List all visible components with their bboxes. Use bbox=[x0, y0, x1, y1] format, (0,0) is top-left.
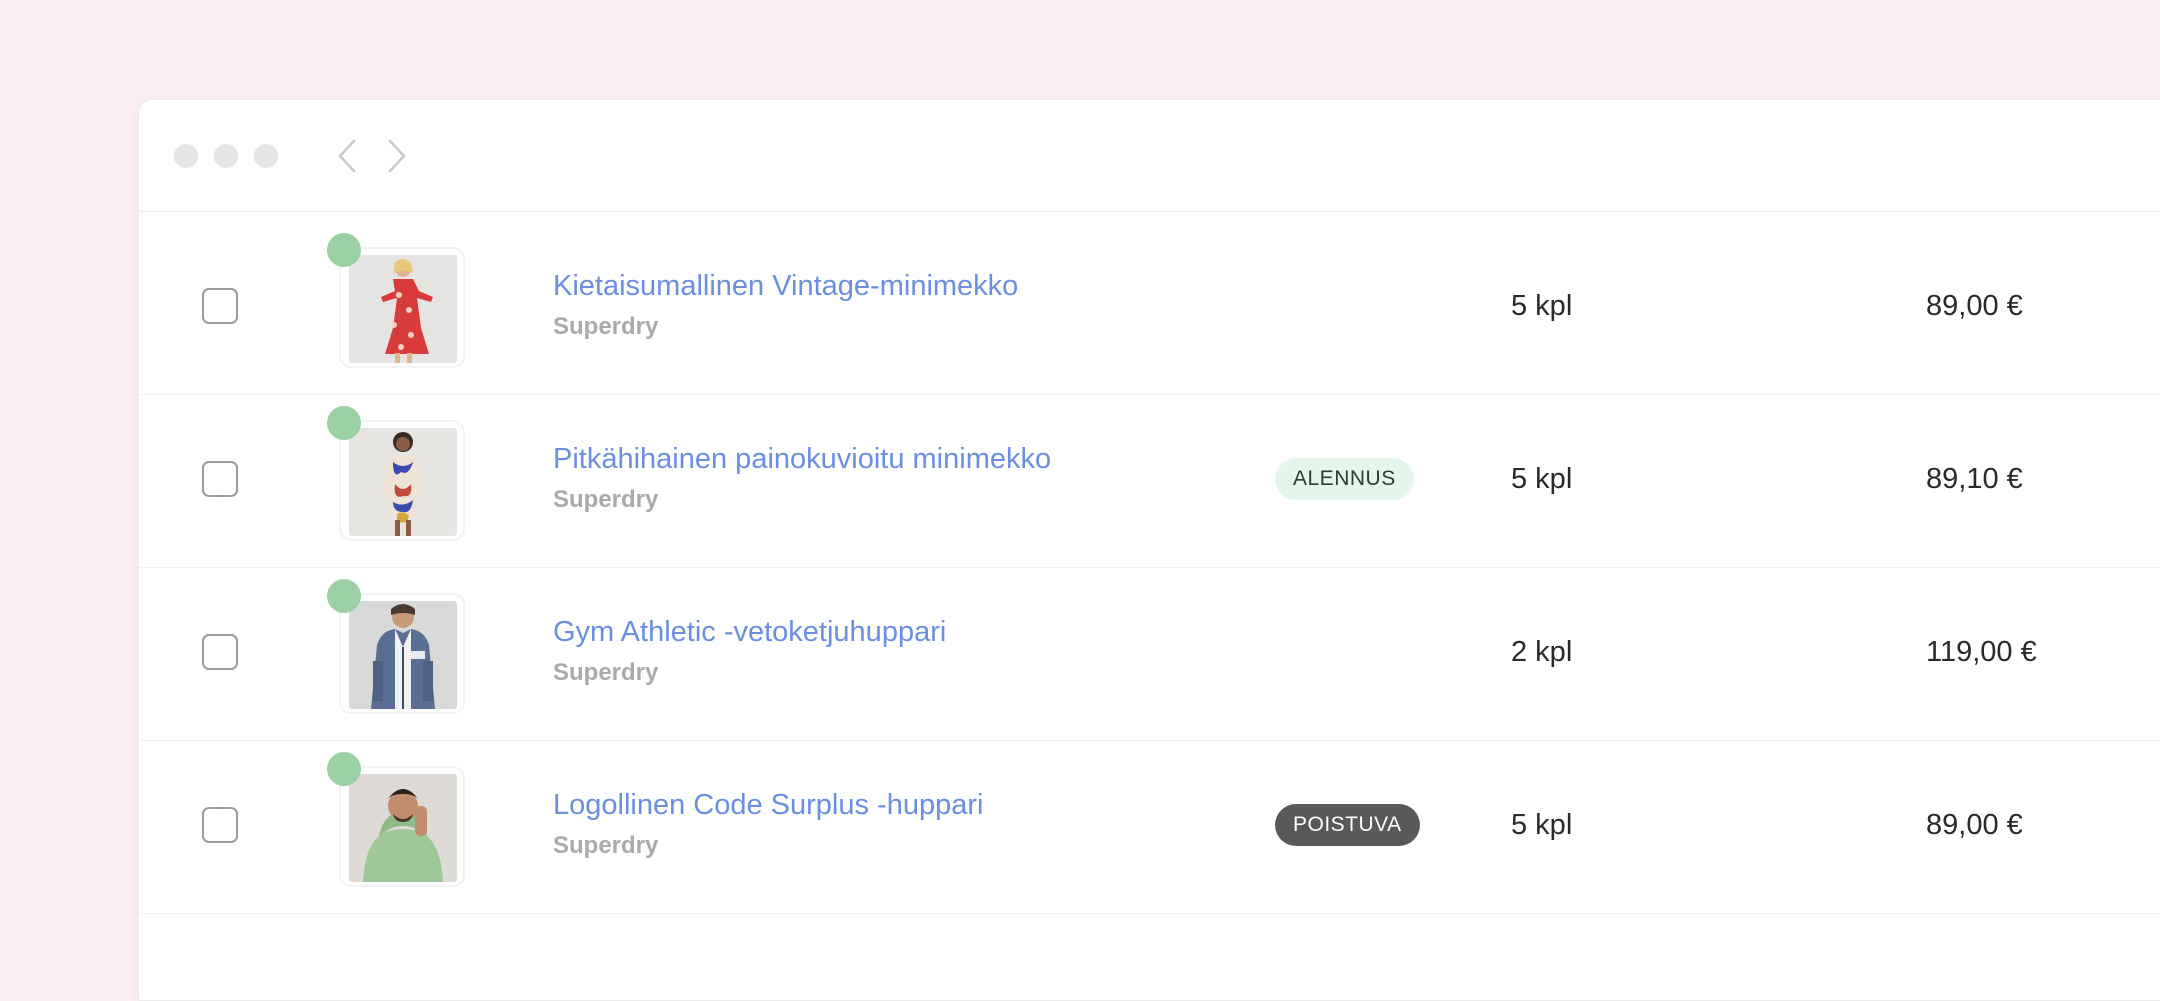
product-brand: Superdry bbox=[553, 659, 659, 686]
status-indicator-dot bbox=[327, 406, 361, 440]
product-thumbnail[interactable] bbox=[339, 420, 465, 541]
product-price: 89,10 € bbox=[1926, 463, 2023, 495]
green-hoodie-image bbox=[349, 774, 457, 882]
product-brand: Superdry bbox=[553, 313, 659, 340]
status-indicator-dot bbox=[327, 752, 361, 786]
product-brand: Superdry bbox=[553, 832, 659, 859]
product-thumbnail[interactable] bbox=[339, 247, 465, 368]
product-brand: Superdry bbox=[553, 486, 659, 513]
product-thumbnail[interactable] bbox=[339, 593, 465, 714]
patterned-dress-image bbox=[349, 428, 457, 536]
product-price: 89,00 € bbox=[1926, 290, 2023, 322]
back-button[interactable] bbox=[329, 137, 365, 175]
product-quantity: 2 kpl bbox=[1511, 636, 1573, 668]
product-quantity: 5 kpl bbox=[1511, 809, 1573, 841]
window-titlebar bbox=[139, 100, 2160, 212]
window-minimize-dot[interactable] bbox=[214, 144, 238, 168]
row-select-checkbox[interactable] bbox=[202, 288, 238, 324]
product-name-link[interactable]: Pitkähihainen painokuvioitu minimekko bbox=[553, 443, 1051, 476]
product-list: Kietaisumallinen Vintage-minimekko Super… bbox=[139, 222, 2160, 914]
sale-badge: ALENNUS bbox=[1275, 458, 1414, 500]
product-thumbnail[interactable] bbox=[339, 766, 465, 887]
forward-button[interactable] bbox=[379, 137, 415, 175]
window-maximize-dot[interactable] bbox=[254, 144, 278, 168]
product-price: 89,00 € bbox=[1926, 809, 2023, 841]
product-row[interactable]: Logollinen Code Surplus -huppari Superdr… bbox=[139, 741, 2160, 914]
product-name-link[interactable]: Logollinen Code Surplus -huppari bbox=[553, 789, 983, 822]
product-name-link[interactable]: Gym Athletic -vetoketjuhuppari bbox=[553, 616, 946, 649]
product-row[interactable]: Gym Athletic -vetoketjuhuppari Superdry … bbox=[139, 568, 2160, 741]
discontinued-badge: POISTUVA bbox=[1275, 804, 1420, 846]
product-quantity: 5 kpl bbox=[1511, 290, 1573, 322]
product-row[interactable]: Kietaisumallinen Vintage-minimekko Super… bbox=[139, 222, 2160, 395]
chevron-left-icon bbox=[338, 139, 356, 173]
status-indicator-dot bbox=[327, 579, 361, 613]
row-select-checkbox[interactable] bbox=[202, 461, 238, 497]
blue-zip-hoodie-image bbox=[349, 601, 457, 709]
product-price: 119,00 € bbox=[1926, 636, 2037, 668]
product-name-link[interactable]: Kietaisumallinen Vintage-minimekko bbox=[553, 270, 1018, 303]
status-indicator-dot bbox=[327, 233, 361, 267]
product-quantity: 5 kpl bbox=[1511, 463, 1573, 495]
row-select-checkbox[interactable] bbox=[202, 807, 238, 843]
window-close-dot[interactable] bbox=[174, 144, 198, 168]
chevron-right-icon bbox=[388, 139, 406, 173]
red-floral-dress-image bbox=[349, 255, 457, 363]
row-select-checkbox[interactable] bbox=[202, 634, 238, 670]
browser-window: Kietaisumallinen Vintage-minimekko Super… bbox=[138, 99, 2160, 1001]
product-row[interactable]: Pitkähihainen painokuvioitu minimekko Su… bbox=[139, 395, 2160, 568]
